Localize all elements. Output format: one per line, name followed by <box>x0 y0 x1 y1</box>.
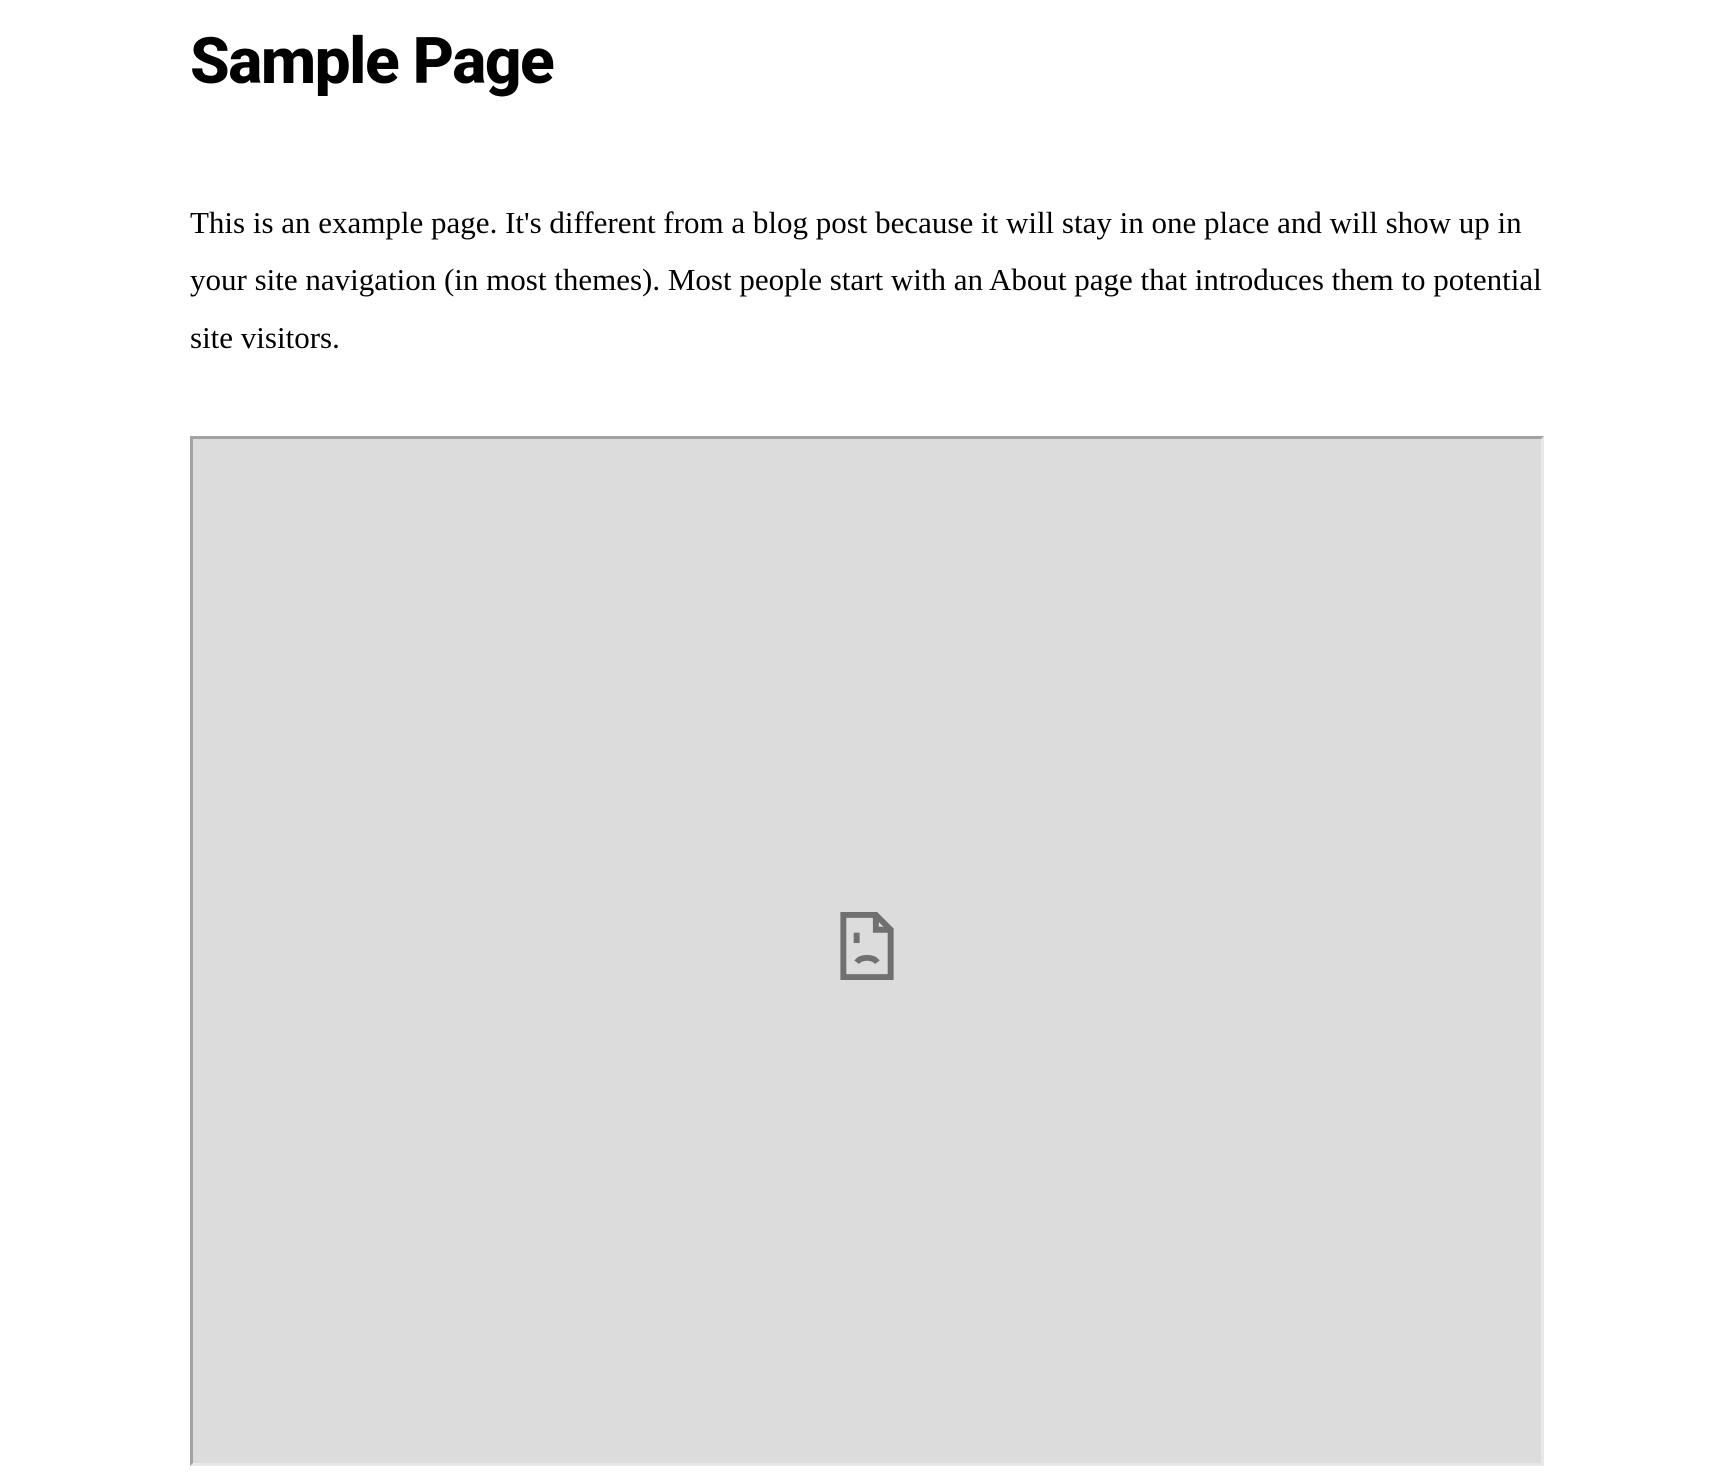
page-content: Sample Page This is an example page. It'… <box>0 0 1734 1466</box>
embedded-frame <box>190 436 1544 1466</box>
intro-paragraph: This is an example page. It's different … <box>190 194 1544 366</box>
broken-page-icon <box>840 922 894 980</box>
page-title: Sample Page <box>190 10 1544 94</box>
